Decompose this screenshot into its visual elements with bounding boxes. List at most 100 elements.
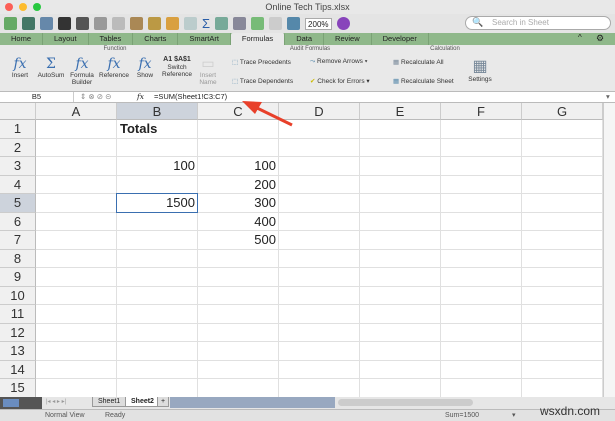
name-box[interactable]: B5: [0, 92, 74, 102]
gear-icon[interactable]: ⚙: [596, 33, 604, 44]
show-button[interactable]: fx Show: [132, 56, 158, 79]
search-icon: 🔍: [472, 17, 484, 27]
tab-tables[interactable]: Tables: [89, 33, 134, 45]
row-header-7[interactable]: 7: [0, 231, 36, 250]
close-window-button[interactable]: [5, 3, 13, 11]
tab-area: [170, 397, 335, 408]
sheet-navigation-icon[interactable]: |◂ ◂ ▸ ▸|: [46, 398, 66, 405]
insert-function-button[interactable]: fx Insert: [6, 56, 34, 79]
row-header-8[interactable]: 8: [0, 249, 36, 268]
cut-icon[interactable]: [94, 17, 107, 30]
check-errors-button[interactable]: ✔ Check for Errors ▾: [310, 77, 370, 85]
label: Trace Dependents: [239, 78, 294, 85]
sort-icon[interactable]: [215, 17, 229, 30]
column-header-b[interactable]: B: [117, 103, 198, 120]
column-header-a[interactable]: A: [36, 103, 117, 120]
tab-developer[interactable]: Developer: [372, 33, 429, 45]
search-input[interactable]: Search in Sheet: [465, 16, 611, 30]
row-header-6[interactable]: 6: [0, 212, 36, 231]
sheet-tab-bar: |◂ ◂ ▸ ▸| Sheet1 Sheet2 +: [0, 397, 615, 409]
zoom-select[interactable]: 200%: [305, 17, 332, 30]
format-painter-icon[interactable]: [148, 17, 161, 30]
print-icon[interactable]: [76, 17, 89, 30]
grid-line: [36, 341, 603, 342]
function-icon[interactable]: [251, 17, 265, 30]
grid-line: [36, 267, 603, 268]
cell-c5[interactable]: 300: [198, 194, 279, 213]
row-header-1[interactable]: 1: [0, 120, 36, 139]
row-header-2[interactable]: 2: [0, 138, 36, 157]
remove-arrows-button[interactable]: ⤳ Remove Arrows ▾: [310, 58, 367, 66]
recalculate-sheet-button[interactable]: ▦ Recalculate Sheet: [393, 77, 454, 85]
trace-precedents-button[interactable]: ⬚ Trace Precedents: [232, 58, 291, 66]
label: AutoSum: [37, 72, 65, 79]
row-header-14[interactable]: 14: [0, 360, 36, 379]
autosum-button[interactable]: Σ AutoSum: [36, 56, 66, 79]
normal-view-button[interactable]: [0, 397, 42, 409]
undo-icon[interactable]: [166, 17, 179, 30]
add-sheet-button[interactable]: +: [157, 397, 170, 407]
trace-dependents-button[interactable]: ⬚ Trace Dependents: [232, 77, 293, 85]
recalculate-all-button[interactable]: ▦ Recalculate All: [393, 58, 444, 66]
new-icon[interactable]: [4, 17, 17, 30]
column-header-f[interactable]: F: [441, 103, 522, 120]
vertical-scrollbar[interactable]: [603, 103, 615, 397]
sheet-tab-sheet2[interactable]: Sheet2: [125, 397, 160, 407]
help-icon[interactable]: [336, 17, 350, 30]
grid-line: [36, 359, 603, 361]
row-header-12[interactable]: 12: [0, 323, 36, 342]
tab-review[interactable]: Review: [324, 33, 372, 45]
tab-charts[interactable]: Charts: [133, 33, 179, 45]
spreadsheet-grid[interactable]: A B C D E F G 1 2 3 4 5 6 7 8 9 10 11 12 13 14 15 Totals 100 150…: [0, 103, 603, 397]
cell-b3[interactable]: 100: [117, 157, 198, 176]
minimize-window-button[interactable]: [19, 3, 27, 11]
settings-button[interactable]: ▦ Settings: [465, 56, 495, 83]
tab-home[interactable]: Home: [0, 33, 44, 45]
cell-b1[interactable]: Totals: [117, 120, 198, 139]
maximize-window-button[interactable]: [33, 3, 41, 11]
copy-icon[interactable]: [112, 17, 125, 30]
cell-c4[interactable]: 200: [198, 176, 279, 195]
column-header-g[interactable]: G: [522, 103, 603, 120]
row-header-5[interactable]: 5: [0, 194, 36, 213]
insert-name-button[interactable]: ▭ Insert Name: [196, 56, 220, 86]
collapse-ribbon-icon[interactable]: ^: [578, 33, 582, 42]
autosum-icon[interactable]: Σ: [202, 16, 210, 31]
sheet-calc-icon: ▦: [393, 78, 401, 85]
row-header-9[interactable]: 9: [0, 268, 36, 287]
toolbox-icon[interactable]: [269, 17, 283, 30]
tab-formulas[interactable]: Formulas: [230, 33, 286, 45]
cell-c7[interactable]: 500: [198, 231, 279, 250]
formula-builder-button[interactable]: fx Formula Builder: [68, 56, 96, 86]
gallery-icon[interactable]: [22, 17, 35, 30]
expand-formula-icon[interactable]: ▾: [606, 92, 610, 102]
reference-button[interactable]: fx Reference: [98, 56, 130, 79]
filter-icon[interactable]: [233, 17, 247, 30]
cell-c6[interactable]: 400: [198, 213, 279, 232]
sheet-tab-sheet1[interactable]: Sheet1: [92, 397, 127, 407]
save-icon[interactable]: [58, 17, 71, 30]
row-header-15[interactable]: 15: [0, 379, 36, 397]
formula-controls-icon[interactable]: ⇕ ⊗ ⊘ ⊝: [80, 92, 111, 102]
cell-c3[interactable]: 100: [198, 157, 279, 176]
chevron-down-icon[interactable]: ▾: [512, 410, 516, 421]
row-header-10[interactable]: 10: [0, 286, 36, 305]
sum-readout[interactable]: Sum=1500: [445, 410, 479, 421]
row-header-3[interactable]: 3: [0, 157, 36, 176]
column-header-e[interactable]: E: [360, 103, 441, 120]
paste-icon[interactable]: [130, 17, 143, 30]
tab-data[interactable]: Data: [285, 33, 325, 45]
row-header-11[interactable]: 11: [0, 305, 36, 324]
horizontal-scrollbar[interactable]: [338, 399, 473, 406]
row-header-13[interactable]: 13: [0, 342, 36, 361]
select-all-corner[interactable]: [0, 103, 36, 120]
fx-label[interactable]: fx: [137, 92, 144, 102]
media-icon[interactable]: [287, 17, 301, 30]
switch-reference-button[interactable]: A1 $A$1 Switch Reference: [160, 56, 194, 78]
row-header-4[interactable]: 4: [0, 175, 36, 194]
open-icon[interactable]: [40, 17, 53, 30]
status-state: Ready: [105, 412, 126, 419]
tab-smartart[interactable]: SmartArt: [178, 33, 231, 45]
tab-layout[interactable]: Layout: [43, 33, 89, 45]
redo-icon[interactable]: [184, 17, 197, 30]
